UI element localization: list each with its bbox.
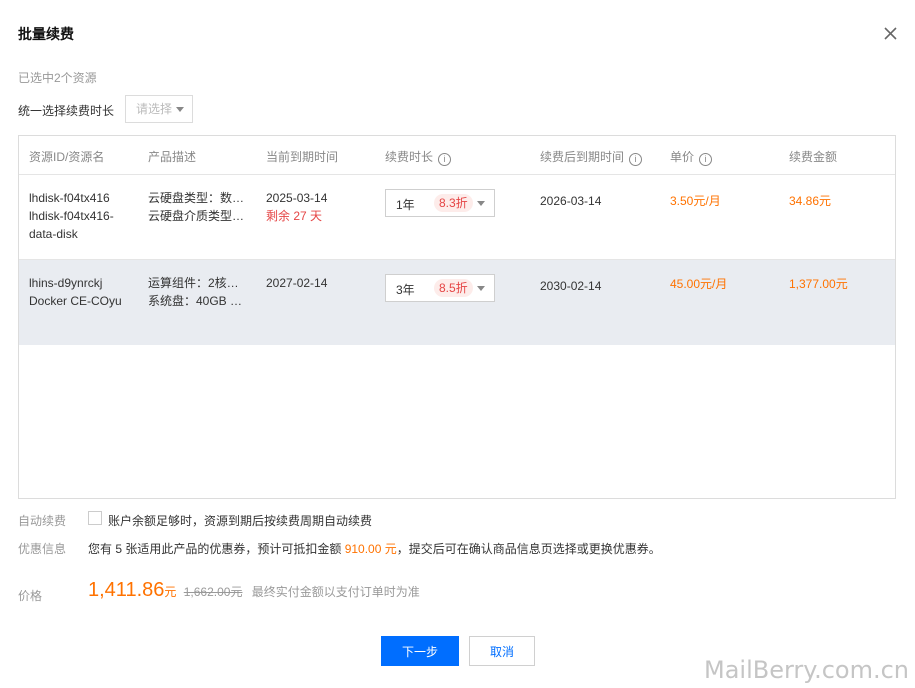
caret-down-icon (176, 107, 184, 112)
coupon-text: 您有 5 张适用此产品的优惠券，预计可抵扣金额 (88, 542, 342, 556)
header-new-expire: 续费后到期时间 i (540, 148, 643, 166)
resource-id-line: lhdisk-f04tx416 (29, 191, 110, 205)
header-duration-label: 续费时长 (385, 150, 434, 164)
duration-value: 3年 (396, 283, 415, 297)
dialog-title: 批量续费 (18, 26, 74, 42)
price-unit: 元 (164, 585, 177, 599)
table-row: lhdisk-f04tx416 lhdisk-f04tx416- data-di… (19, 174, 895, 259)
price-block: 1,411.86元 1,662.00元 最终实付金额以支付订单时为准 (88, 579, 420, 602)
selected-count: 已选中2个资源 (18, 71, 97, 85)
new-expire: 2026-03-14 (540, 194, 602, 208)
unit-price: 3.50元/月 (670, 194, 721, 208)
info-icon[interactable]: i (699, 153, 713, 166)
expire-date: 2025-03-14 (266, 191, 328, 205)
header-resource-id: 资源ID/资源名 (29, 150, 105, 164)
header-unit-price-label: 单价 (670, 150, 695, 164)
renew-amount: 1,377.00元 (789, 277, 848, 291)
duration-value: 1年 (396, 198, 415, 212)
discount-badge: 8.3折 (434, 194, 473, 212)
header-product-desc: 产品描述 (148, 150, 197, 164)
price-note: 最终实付金额以支付订单时为准 (251, 585, 420, 599)
table-row: lhins-d9ynrckj Docker CE-COyu 运算组件：2核… 系… (19, 259, 895, 345)
resource-id-line: lhins-d9ynrckj (29, 276, 103, 290)
header-unit-price: 单价 i (670, 148, 713, 166)
price-value: 1,411.86 (88, 579, 165, 601)
info-icon[interactable]: i (629, 153, 643, 166)
auto-renew-label: 自动续费 (18, 514, 67, 528)
coupon-label: 优惠信息 (18, 542, 67, 556)
caret-down-icon (477, 201, 485, 206)
watermark: MailBerry.com.cn (704, 656, 909, 684)
auto-renew-text: 账户余额足够时，资源到期后按续费周期自动续费 (108, 514, 373, 528)
new-expire: 2030-02-14 (540, 279, 602, 293)
current-expire: 2027-02-14 (266, 274, 327, 292)
header-amount: 续费金额 (789, 150, 838, 164)
resource-id: lhins-d9ynrckj Docker CE-COyu (29, 274, 122, 310)
product-desc-line: 系统盘：40GB … (148, 294, 243, 308)
select-placeholder: 请选择 (136, 102, 173, 116)
product-desc: 运算组件：2核… 系统盘：40GB … (148, 274, 242, 310)
original-price: 1,662.00元 (183, 585, 243, 599)
resource-id-line: Docker CE-COyu (29, 294, 122, 308)
current-expire: 2025-03-14 剩余 27 天 (266, 189, 327, 225)
coupon-text: ，提交后可在确认商品信息页选择或更换优惠券。 (396, 542, 661, 556)
header-current-expire: 当前到期时间 (266, 150, 339, 164)
unified-duration-select[interactable]: 请选择 (125, 95, 193, 123)
product-desc-line: 云硬盘介质类型… (148, 209, 245, 223)
price-label: 价格 (18, 589, 43, 603)
resource-id-line: lhdisk-f04tx416- (29, 209, 114, 223)
renew-amount: 34.86元 (789, 194, 832, 208)
resource-id: lhdisk-f04tx416 lhdisk-f04tx416- data-di… (29, 189, 114, 243)
remaining-days: 剩余 27 天 (266, 209, 323, 223)
coupon-amount: 910.00 元 (344, 542, 397, 556)
resource-id-line: data-disk (29, 227, 78, 241)
close-icon[interactable] (881, 24, 901, 44)
cancel-button[interactable]: 取消 (469, 636, 535, 666)
product-desc: 云硬盘类型：数… 云硬盘介质类型… (148, 189, 244, 225)
header-new-expire-label: 续费后到期时间 (540, 150, 625, 164)
info-icon[interactable]: i (438, 153, 452, 166)
resource-table: 资源ID/资源名 产品描述 当前到期时间 续费时长 i 续费后到期时间 i 单价 i … (18, 135, 896, 499)
duration-select[interactable]: 1年 8.3折 (385, 189, 495, 217)
coupon-info: 您有 5 张适用此产品的优惠券，预计可抵扣金额 910.00 元，提交后可在确认… (88, 540, 661, 557)
header-duration: 续费时长 i (385, 148, 452, 166)
auto-renew-checkbox[interactable] (88, 511, 102, 525)
discount-badge: 8.5折 (434, 279, 473, 297)
caret-down-icon (477, 286, 485, 291)
next-button[interactable]: 下一步 (381, 636, 459, 666)
unit-price: 45.00元/月 (670, 277, 728, 291)
expire-date: 2027-02-14 (266, 276, 328, 290)
product-desc-line: 运算组件：2核… (148, 276, 239, 290)
product-desc-line: 云硬盘类型：数… (148, 191, 245, 205)
duration-select[interactable]: 3年 8.5折 (385, 274, 495, 302)
unified-duration-label: 统一选择续费时长 (18, 104, 115, 118)
